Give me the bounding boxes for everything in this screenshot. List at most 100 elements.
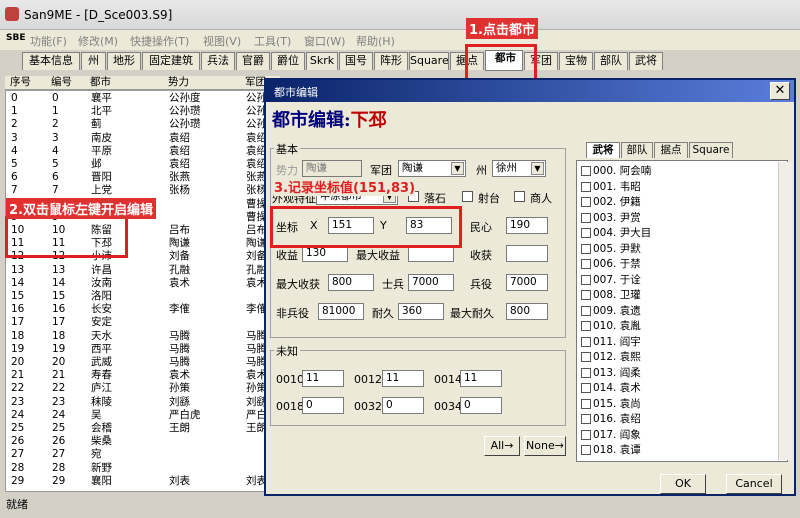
list-cell[interactable]: 22 [11, 383, 24, 394]
list-cell[interactable]: 13 [52, 264, 65, 276]
unknown-field-0018[interactable]: 0 [302, 397, 344, 414]
officer-list-item[interactable]: 018. 袁谭 [581, 444, 641, 457]
list-cell[interactable]: 15 [11, 291, 24, 302]
list-cell[interactable]: 马腾 [169, 330, 190, 342]
list-cell[interactable]: 刘繇 [169, 396, 190, 408]
officer-checkbox[interactable] [581, 197, 591, 207]
list-cell[interactable]: 张燕 [169, 172, 190, 183]
list-cell[interactable]: 22 [52, 383, 65, 394]
list-cell[interactable]: 2 [11, 119, 18, 130]
list-cell[interactable]: 19 [52, 343, 65, 355]
max-durability-field[interactable]: 800 [506, 303, 548, 320]
unknown-field-0012[interactable]: 11 [382, 370, 424, 387]
nonservice-field[interactable]: 81000 [318, 303, 364, 320]
harvest-field[interactable] [506, 245, 548, 262]
tab-square[interactable]: Square [409, 52, 449, 70]
officer-checkbox[interactable] [581, 166, 591, 176]
state-select[interactable]: 徐州 ▼ [492, 160, 546, 177]
officer-list-item[interactable]: 007. 于诠 [581, 274, 641, 287]
tab-officer[interactable]: 武将 [629, 52, 663, 70]
officer-checkbox[interactable] [581, 243, 591, 254]
list-cell[interactable]: 28 [11, 462, 24, 474]
list-cell[interactable]: 6 [11, 172, 18, 183]
list-cell[interactable]: 4 [52, 145, 59, 157]
select-none-button[interactable]: None→ [524, 436, 566, 456]
list-cell[interactable]: 袁术 [169, 370, 190, 381]
list-cell[interactable]: 18 [52, 330, 65, 342]
list-cell[interactable]: 3 [52, 132, 59, 144]
officer-list-item[interactable]: 006. 于禁 [581, 258, 641, 271]
list-cell[interactable]: 晋阳 [91, 172, 112, 183]
officer-list-item[interactable]: 002. 伊籍 [581, 196, 641, 209]
officer-checkbox[interactable] [581, 352, 591, 362]
archery-checkbox[interactable] [462, 191, 473, 202]
list-cell[interactable]: 宛 [91, 449, 102, 460]
list-cell[interactable]: 刘备 [169, 251, 190, 262]
officer-checkbox[interactable] [581, 259, 591, 269]
rtab-square[interactable]: Square [689, 142, 733, 158]
list-cell[interactable]: 袁绍 [169, 132, 190, 144]
list-cell[interactable]: 27 [11, 449, 24, 460]
officer-checkbox[interactable] [581, 383, 591, 393]
list-cell[interactable]: 上党 [91, 185, 112, 196]
list-cell[interactable]: 襄平 [91, 93, 112, 104]
officer-checkbox[interactable] [581, 367, 591, 378]
officer-list-item[interactable]: 013. 阎柔 [581, 367, 641, 380]
list-cell[interactable]: 3 [11, 132, 18, 144]
tab-terrain[interactable]: 地形 [107, 52, 141, 70]
rtab-officer[interactable]: 武将 [586, 142, 620, 158]
officer-checkbox[interactable] [581, 212, 591, 223]
list-cell[interactable]: 28 [52, 462, 65, 474]
list-cell[interactable]: 24 [52, 409, 65, 421]
list-cell[interactable]: 襄阳 [91, 475, 112, 487]
officer-list-item[interactable]: 010. 袁胤 [581, 320, 641, 333]
list-cell[interactable]: 公孙瓒 [169, 106, 201, 117]
list-cell[interactable]: 0 [11, 93, 18, 104]
tab-buildings[interactable]: 固定建筑 [142, 52, 200, 70]
list-cell[interactable]: 13 [11, 264, 24, 276]
officer-list-item[interactable]: 003. 尹赏 [581, 212, 641, 225]
list-cell[interactable]: 邺 [91, 159, 102, 170]
list-cell[interactable]: 刘表 [169, 475, 190, 487]
list-cell[interactable]: 24 [11, 409, 24, 421]
col-corps[interactable]: 军团 [245, 77, 266, 88]
close-icon[interactable]: ✕ [770, 82, 790, 100]
tab-skrk[interactable]: Skrk [306, 52, 338, 70]
list-cell[interactable]: 14 [52, 277, 65, 289]
list-cell[interactable]: 16 [52, 304, 65, 315]
list-cell[interactable]: 武威 [91, 357, 112, 368]
col-seq[interactable]: 序号 [10, 77, 31, 88]
officer-checkbox[interactable] [581, 321, 591, 331]
officer-checkbox[interactable] [581, 305, 591, 316]
officer-checkbox[interactable] [581, 290, 591, 300]
officer-list-scrollbar[interactable] [778, 162, 792, 460]
list-cell[interactable]: 洛阳 [91, 291, 112, 302]
list-cell[interactable]: 19 [11, 343, 24, 355]
tab-tactics[interactable]: 兵法 [201, 52, 235, 70]
list-cell[interactable]: 天水 [91, 330, 112, 342]
list-cell[interactable]: 公孙度 [169, 93, 201, 104]
list-cell[interactable]: 5 [11, 159, 18, 170]
list-cell[interactable]: 5 [52, 159, 59, 170]
menu-tools[interactable]: 工具(T) [254, 33, 291, 49]
tab-rank[interactable]: 爵位 [271, 52, 305, 70]
officer-list-item[interactable]: 008. 卫瓘 [581, 289, 641, 302]
officer-list-item[interactable]: 016. 袁绍 [581, 413, 641, 426]
rtab-unit[interactable]: 部队 [621, 142, 653, 158]
officer-list-item[interactable]: 015. 袁尚 [581, 398, 641, 411]
list-cell[interactable]: 29 [52, 475, 65, 487]
list-cell[interactable]: 袁术 [169, 277, 190, 289]
col-power[interactable]: 势力 [168, 77, 189, 88]
col-city[interactable]: 都市 [90, 77, 111, 88]
list-cell[interactable]: 17 [11, 317, 24, 328]
list-cell[interactable]: 南皮 [91, 132, 112, 144]
list-cell[interactable]: 26 [11, 436, 24, 447]
list-cell[interactable]: 平原 [91, 145, 112, 157]
officer-list-item[interactable]: 011. 阎宇 [581, 336, 641, 349]
list-cell[interactable]: 7 [52, 185, 59, 196]
menu-view[interactable]: 视图(V) [203, 33, 241, 49]
max-harvest-field[interactable]: 800 [328, 274, 374, 291]
officer-list-item[interactable]: 017. 阎象 [581, 429, 641, 442]
menu-function[interactable]: 功能(F) [30, 33, 67, 49]
list-cell[interactable]: 20 [11, 357, 24, 368]
